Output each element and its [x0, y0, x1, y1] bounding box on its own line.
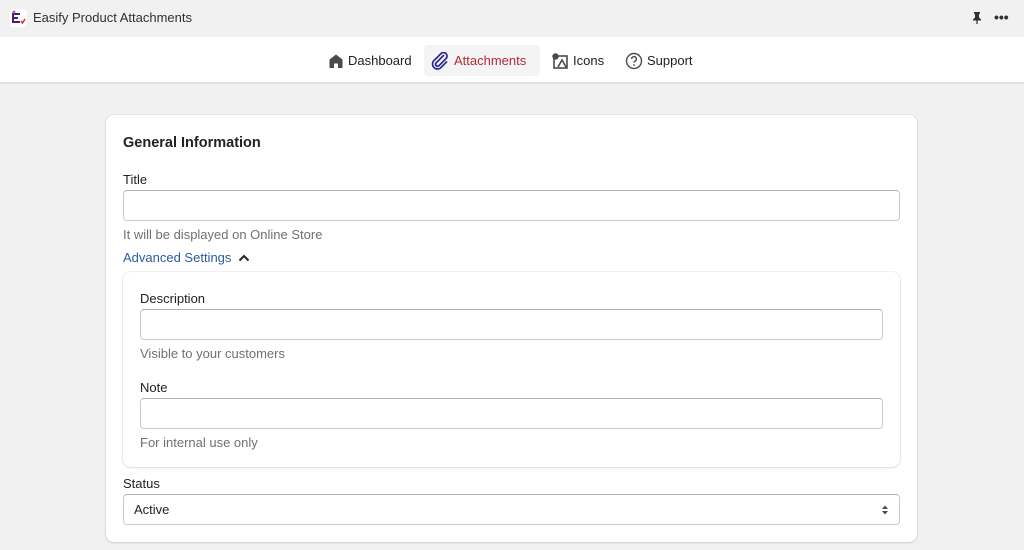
nav-tab-attachments[interactable]: Attachments	[424, 45, 540, 76]
image-icon	[551, 52, 569, 70]
app-title: Easify Product Attachments	[33, 10, 192, 25]
more-horizontal-icon[interactable]: •••	[994, 10, 1009, 24]
advanced-settings-panel: Description Visible to your customers No…	[123, 272, 900, 467]
nav-tab-label: Attachments	[454, 53, 527, 68]
title-help-text: It will be displayed on Online Store	[123, 227, 323, 242]
nav-tab-label: Icons	[573, 53, 605, 68]
chevron-up-icon	[238, 250, 250, 265]
note-label: Note	[140, 380, 168, 395]
status-select[interactable]: Active	[123, 494, 900, 525]
general-information-card: General Information Title It will be dis…	[106, 115, 917, 542]
title-input[interactable]	[123, 190, 900, 221]
advanced-settings-toggle[interactable]: Advanced Settings	[123, 250, 250, 265]
title-label: Title	[123, 172, 148, 187]
description-input[interactable]	[140, 309, 883, 340]
easify-logo-icon	[9, 9, 27, 27]
nav-tab-label: Support	[647, 53, 693, 68]
nav-tab-support[interactable]: Support	[619, 45, 699, 76]
section-title: General Information	[123, 135, 261, 151]
nav-tab-label: Dashboard	[348, 53, 412, 68]
top-navigation: Dashboard Attachments Icons Support	[0, 37, 1024, 84]
nav-tab-dashboard[interactable]: Dashboard	[322, 45, 418, 76]
paperclip-icon	[430, 51, 450, 70]
note-input[interactable]	[140, 398, 883, 429]
pin-icon[interactable]	[970, 11, 984, 25]
status-label: Status	[123, 476, 160, 491]
select-arrows-icon	[881, 504, 889, 516]
note-help-text: For internal use only	[140, 435, 258, 450]
description-help-text: Visible to your customers	[140, 346, 285, 361]
description-label: Description	[140, 291, 206, 306]
nav-tab-icons[interactable]: Icons	[545, 45, 610, 76]
help-circle-icon	[625, 52, 643, 70]
home-icon	[328, 53, 344, 69]
app-titlebar: Easify Product Attachments •••	[0, 0, 1024, 37]
status-selected-value: Active	[134, 502, 170, 517]
advanced-settings-label: Advanced Settings	[123, 250, 232, 265]
